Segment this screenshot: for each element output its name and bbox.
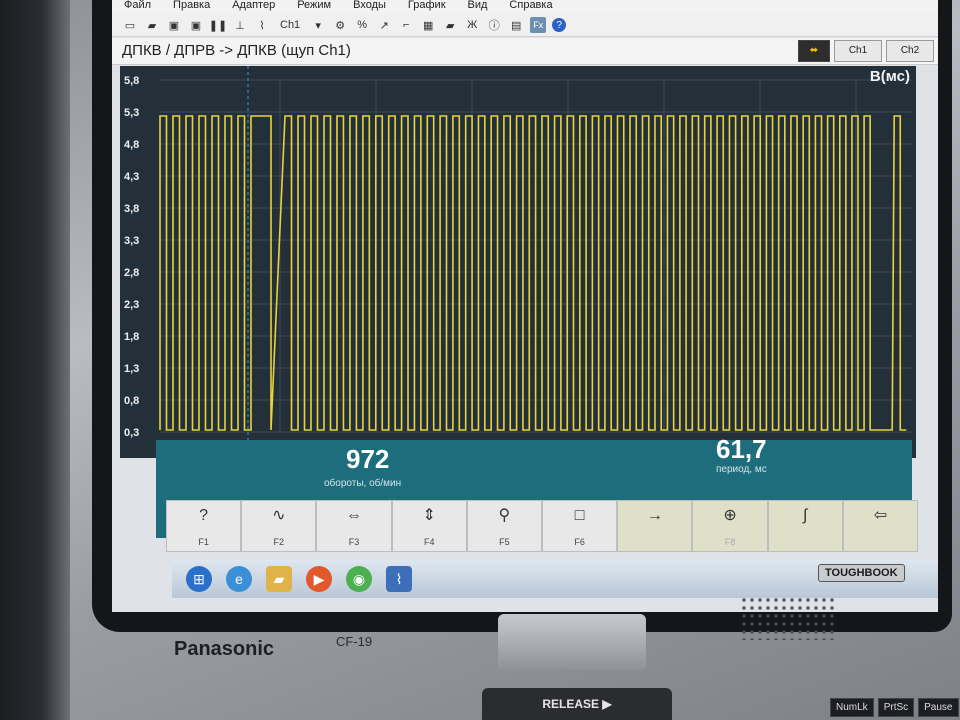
prtsc-key[interactable]: PrtSc (877, 698, 915, 717)
y-tick-label: 1,3 (124, 363, 139, 375)
folder-icon[interactable]: ▰ (266, 566, 292, 592)
rpm-value: 972 (346, 444, 390, 474)
edge-icon[interactable]: ⌐ (398, 17, 414, 33)
probe-icon: ⚲ (498, 507, 511, 524)
oscilloscope-app-icon[interactable]: ⌇ (386, 566, 412, 592)
scope-canvas: 5,85,34,84,33,83,32,82,31,81,30,80,30102… (124, 66, 912, 457)
trigger-icon[interactable]: ⊥ (232, 17, 248, 33)
menu-bar: Файл Правка Адаптер Режим Входы График В… (112, 0, 938, 14)
speaker-grille (740, 596, 836, 640)
menu-view[interactable]: Вид (468, 0, 488, 14)
period-label: период, мс (716, 464, 767, 475)
f10-button[interactable]: ⇦ (842, 500, 919, 552)
menu-graph[interactable]: График (408, 0, 446, 14)
y-tick-label: 2,8 (124, 267, 139, 279)
y-tick-label: 4,8 (124, 139, 139, 151)
numlock-key[interactable]: NumLk (830, 698, 874, 717)
chevron-down-icon[interactable]: ▾ (310, 17, 326, 33)
function-icon[interactable]: Fx (530, 17, 547, 33)
f4-button[interactable]: ⇕ F4 (391, 500, 467, 552)
signal-trace (159, 115, 907, 431)
hinge (498, 614, 646, 670)
y-tick-label: 0,8 (124, 395, 139, 407)
swap-arrows-icon[interactable]: ⬌ (798, 40, 830, 62)
y-tick-label: 4,3 (124, 171, 139, 183)
chrome-icon[interactable]: ◉ (346, 566, 372, 592)
ch1-button[interactable]: Ch1 (834, 40, 882, 62)
save-icon[interactable]: ▣ (166, 17, 182, 33)
menu-file[interactable]: Файл (124, 0, 151, 14)
screen: Файл Правка Адаптер Режим Входы График В… (112, 0, 938, 612)
period-value: 61,7 (716, 434, 767, 464)
function-key-bar: ? F1 ∿ F2 ⇔ F3 ⇕ F4 ⚲ F5 □ F6 → ⊕ F8 ∫ ⇦ (166, 500, 919, 552)
back-icon: ⇦ (873, 507, 888, 524)
menu-mode[interactable]: Режим (297, 0, 331, 14)
start-button-icon[interactable]: ⊞ (186, 566, 212, 592)
menu-help[interactable]: Справка (509, 0, 552, 14)
menu-adapter[interactable]: Адаптер (232, 0, 275, 14)
brand-logo: Panasonic (174, 638, 275, 660)
unit-label: В(мс) (869, 68, 910, 85)
image-icon[interactable]: ▦ (420, 17, 436, 33)
help-icon: ? (199, 507, 209, 524)
f6-button[interactable]: □ F6 (542, 500, 618, 552)
channel-select[interactable]: Ch1 (276, 19, 304, 31)
f1-button[interactable]: ? F1 (166, 500, 242, 552)
y-tick-label: 5,8 (124, 75, 139, 87)
y-tick-label: 5,3 (124, 107, 139, 119)
x-scale-icon: ⇔ (346, 507, 362, 524)
stop-icon: □ (574, 507, 585, 524)
curve-icon: ∫ (803, 507, 808, 524)
menu-edit[interactable]: Правка (173, 0, 210, 14)
ie-browser-icon[interactable]: e (226, 566, 252, 592)
f2-button[interactable]: ∿ F2 (241, 500, 317, 552)
release-latch[interactable]: RELEASE ▶ (482, 688, 672, 720)
f8-button[interactable]: ⊕ F8 (692, 500, 768, 552)
media-player-icon[interactable]: ▶ (306, 566, 332, 592)
ch2-button[interactable]: Ch2 (886, 40, 934, 62)
folder-icon[interactable]: ▰ (442, 17, 458, 33)
bold-icon[interactable]: Ж (464, 17, 480, 33)
y-tick-label: 0,3 (124, 427, 139, 439)
pause-icon[interactable]: ❚❚ (209, 17, 227, 33)
model-label: CF-19 (336, 634, 373, 649)
laptop-side (0, 0, 70, 720)
info-icon[interactable]: ⓘ (486, 17, 502, 33)
new-file-icon[interactable]: ▭ (122, 17, 138, 33)
rpm-label: обороты, об/мин (324, 478, 402, 489)
arrow-icon: → (646, 507, 663, 524)
y-scale-icon: ⇕ (422, 507, 436, 524)
open-folder-icon[interactable]: ▰ (144, 17, 160, 33)
f9-button[interactable]: ∫ (767, 500, 843, 552)
f7-button[interactable]: → (617, 500, 693, 552)
save-as-icon[interactable]: ▣ (188, 17, 204, 33)
y-tick-label: 3,8 (124, 203, 139, 215)
y-tick-label: 3,3 (124, 235, 139, 247)
f3-button[interactable]: ⇔ F3 (316, 500, 392, 552)
wave-icon: ∿ (272, 507, 286, 524)
help-icon[interactable]: ? (552, 18, 567, 32)
y-tick-label: 1,8 (124, 331, 139, 343)
menu-inputs[interactable]: Входы (353, 0, 386, 14)
cursor-icon[interactable]: ↗ (376, 17, 392, 33)
y-tick-label: 2,3 (124, 299, 139, 311)
f5-button[interactable]: ⚲ F5 (466, 500, 543, 552)
target-icon: ⊕ (723, 507, 737, 524)
channel-buttons: ⬌ Ch1 Ch2 (798, 40, 934, 62)
toughbook-badge: TOUGHBOOK (818, 564, 905, 582)
settings-icon[interactable]: ⚙ (332, 17, 348, 33)
keyboard-keys: NumLk PrtSc Pause (830, 698, 959, 717)
chart-icon[interactable]: ▤ (508, 17, 524, 33)
pause-key[interactable]: Pause (918, 698, 959, 717)
oscilloscope-plot[interactable]: 5,85,34,84,33,83,32,82,31,81,30,80,30102… (120, 66, 916, 458)
pulse-icon[interactable]: ⌇ (254, 17, 270, 33)
toolbar: ▭ ▰ ▣ ▣ ❚❚ ⊥ ⌇ Ch1 ▾ ⚙ % ↗ ⌐ ▦ ▰ Ж ⓘ ▤ F… (112, 14, 938, 37)
percent-icon[interactable]: % (354, 17, 370, 33)
